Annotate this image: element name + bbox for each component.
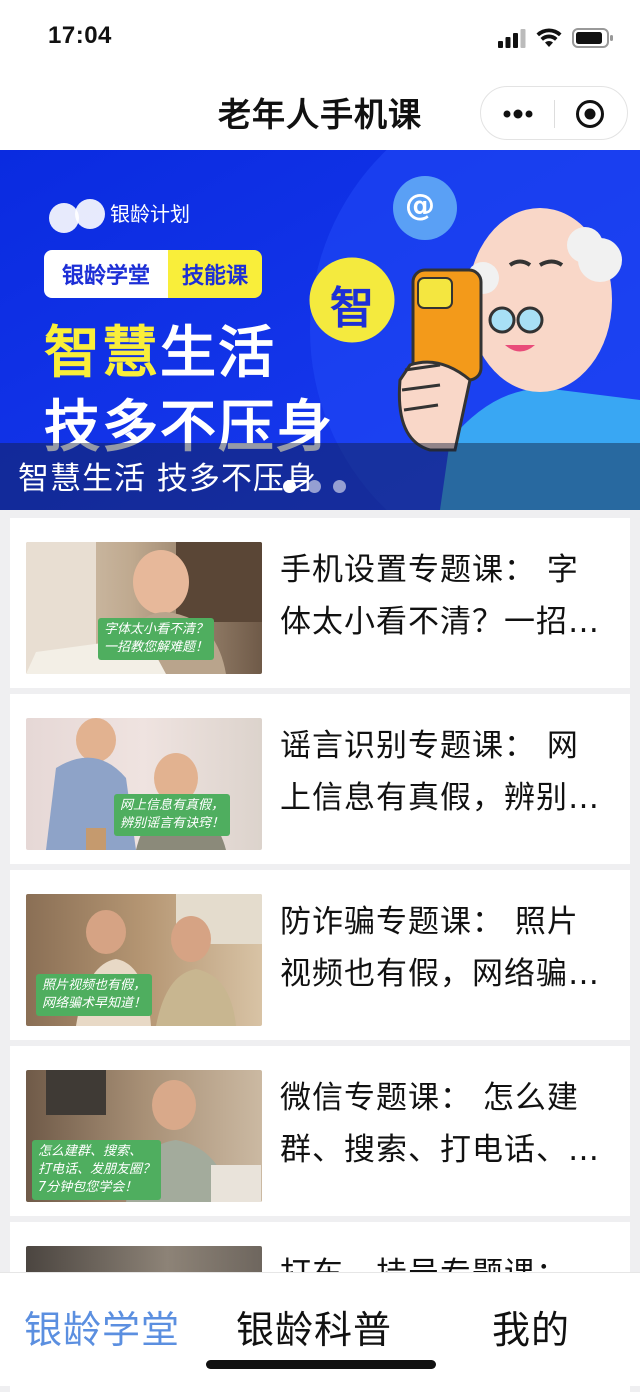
capsule-divider (554, 100, 555, 128)
target-circle-icon[interactable] (575, 99, 605, 129)
wifi-icon (536, 28, 562, 47)
banner-tag-left: 银龄学堂 (44, 250, 169, 298)
course-thumbnail: 网上信息有真假， 辨别谣言有诀窍！ (26, 718, 262, 850)
banner-carousel[interactable]: @ 智 银龄计划 银龄学堂 技能课 智慧生活 技多不压身 智慧生活 技多不压身 (0, 150, 640, 510)
carousel-dot[interactable] (308, 480, 321, 493)
banner-tags: 银龄学堂 技能课 (44, 250, 263, 298)
headline-yellow: 智慧 (44, 321, 160, 386)
carousel-dots (283, 480, 346, 493)
thumbnail-caption: 字体太小看不清？ 一招教您解难题！ (98, 618, 215, 660)
more-dots-icon[interactable] (501, 97, 535, 131)
banner-caption: 智慧生活 技多不压身 (18, 461, 317, 497)
status-bar: 17:04 (0, 0, 640, 78)
course-card[interactable]: 怎么建群、搜索、 打电话、发朋友圈？ 7分钟包您学会！ 微信专题课： 怎么建群、… (10, 1046, 630, 1216)
course-title: 手机设置专题课： 字体太小看不清？一招教您解难题！ (280, 552, 600, 640)
brand-text: 银龄计划 (110, 202, 190, 226)
thumbnail-caption: 怎么建群、搜索、 打电话、发朋友圈？ 7分钟包您学会！ (32, 1140, 162, 1200)
course-card[interactable]: 网上信息有真假， 辨别谣言有诀窍！ 谣言识别专题课： 网上信息有真假，辨别谣言有… (10, 694, 630, 864)
banner-caption-bar: 智慧生活 技多不压身 (0, 443, 640, 510)
tab-mine[interactable]: 我的 (492, 1299, 570, 1354)
carousel-dot[interactable] (333, 480, 346, 493)
home-indicator[interactable] (206, 1360, 436, 1369)
banner-headline-1: 智慧生活 (44, 308, 276, 389)
at-symbol-icon: @ (405, 188, 435, 223)
headline-white: 生活 (160, 321, 276, 386)
banner-badge-char: 智 (330, 283, 374, 334)
tab-yinling-xuetang[interactable]: 银龄学堂 (24, 1299, 180, 1354)
course-thumbnail: 照片视频也有假， 网络骗术早知道！ (26, 894, 262, 1026)
course-title: 谣言识别专题课： 网上信息有真假，辨别谣言有诀窍！ (280, 728, 600, 816)
banner-tag-right: 技能课 (168, 250, 263, 298)
nav-bar: 老年人手机课 (0, 78, 640, 150)
course-title: 微信专题课： 怎么建群、搜索、打电话、发朋友圈？ (280, 1080, 600, 1168)
course-title: 防诈骗专题课： 照片视频也有假，网络骗术早知道！ (280, 904, 600, 992)
carousel-dot[interactable] (283, 480, 296, 493)
course-thumbnail: 字体太小看不清？ 一招教您解难题！ (26, 542, 262, 674)
course-card[interactable]: 照片视频也有假， 网络骗术早知道！ 防诈骗专题课： 照片视频也有假，网络骗术早知… (10, 870, 630, 1040)
tab-yinling-kepu[interactable]: 银龄科普 (236, 1299, 392, 1354)
mini-program-capsule (480, 86, 628, 140)
course-thumbnail: 怎么建群、搜索、 打电话、发朋友圈？ 7分钟包您学会！ (26, 1070, 262, 1202)
thumbnail-caption: 照片视频也有假， 网络骗术早知道！ (36, 974, 153, 1016)
status-time: 17:04 (48, 22, 112, 49)
banner-brand: 银龄计划 (52, 198, 190, 227)
battery-icon (572, 28, 613, 48)
thumbnail-caption: 网上信息有真假， 辨别谣言有诀窍！ (114, 794, 231, 836)
signal-icon (498, 29, 526, 48)
status-icons (498, 24, 614, 52)
course-card[interactable]: 字体太小看不清？ 一招教您解难题！ 手机设置专题课： 字体太小看不清？一招教您解… (10, 518, 630, 688)
